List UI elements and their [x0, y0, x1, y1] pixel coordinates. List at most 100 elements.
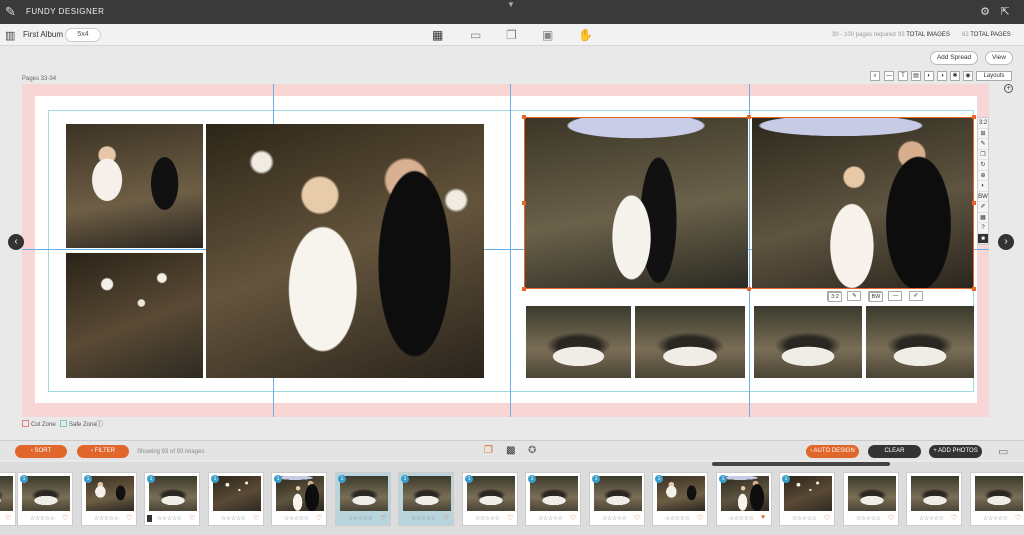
heart-icon[interactable]: ♡: [507, 514, 513, 522]
heart-icon[interactable]: ♡: [570, 514, 576, 522]
star-rating[interactable]: ☆☆☆☆☆: [475, 515, 500, 522]
heart-icon[interactable]: ♡: [5, 514, 11, 522]
thumbnail[interactable]: 1 ☆☆☆☆☆ ♡: [144, 472, 200, 526]
heart-icon[interactable]: ♡: [316, 514, 322, 522]
thumbnail[interactable]: 1 ☆☆☆☆☆ ♡: [398, 472, 454, 526]
filter-button[interactable]: ‹ FILTER: [77, 445, 129, 458]
heart-icon[interactable]: ♡: [443, 514, 449, 522]
add-page-icon[interactable]: +: [1004, 84, 1013, 93]
photo-slot[interactable]: [66, 124, 203, 248]
external-link-icon[interactable]: ⇱: [998, 5, 1012, 19]
thumbnail[interactable]: ☆☆☆☆☆ ♡: [906, 472, 962, 526]
thumbnail[interactable]: 1 ☆☆☆☆☆ ♡: [525, 472, 581, 526]
safe-zone-checkbox[interactable]: [60, 420, 67, 427]
chevron-down-icon[interactable]: ▼: [507, 0, 515, 9]
heart-icon[interactable]: ♡: [253, 514, 259, 522]
stack-icon[interactable]: ❐: [484, 445, 493, 456]
edit-icon[interactable]: ✐: [978, 202, 988, 213]
view-button[interactable]: View: [985, 51, 1013, 65]
resize-handle[interactable]: [972, 201, 976, 205]
previous-spread-arrow[interactable]: ‹: [8, 234, 24, 250]
divider-tool-icon[interactable]: —: [884, 71, 894, 81]
heart-icon[interactable]: ♥: [761, 514, 765, 521]
cut-zone-checkbox[interactable]: [22, 420, 29, 427]
star-rating[interactable]: ☆☆☆☆☆: [919, 515, 944, 522]
text-tool-icon[interactable]: T: [898, 71, 908, 81]
heart-icon[interactable]: ♡: [189, 514, 195, 522]
album-icon[interactable]: ▥: [5, 29, 15, 42]
edit-icon[interactable]: ✐: [908, 291, 923, 301]
star-rating[interactable]: ☆☆☆☆☆: [157, 515, 182, 522]
star-rating[interactable]: ☆☆☆☆☆: [729, 515, 754, 522]
heart-icon[interactable]: ♡: [62, 514, 68, 522]
expand-icon[interactable]: ▭: [998, 445, 1008, 458]
crop-icon[interactable]: ⊞: [978, 129, 988, 139]
thumbnail[interactable]: 1 ☆☆☆☆☆ ♡: [589, 472, 645, 526]
thumbnail[interactable]: 1 ☆☆☆☆☆ ♡: [271, 472, 327, 526]
star-rating[interactable]: ☆☆☆☆☆: [30, 515, 55, 522]
thumbnail[interactable]: 1 ☆☆☆☆☆ ♡: [652, 472, 708, 526]
star-rating[interactable]: ☆☆☆☆☆: [94, 515, 119, 522]
delete-icon[interactable]: ■: [978, 233, 988, 244]
ratio-button[interactable]: 3:2: [978, 118, 988, 129]
pen-icon[interactable]: ✎: [847, 291, 862, 301]
thumbnail[interactable]: 1 ☆☆☆☆☆ ♡: [208, 472, 264, 526]
resize-handle[interactable]: [522, 287, 526, 291]
star-rating[interactable]: ☆☆☆☆☆: [284, 515, 309, 522]
grid-icon[interactable]: ▦: [978, 213, 988, 223]
resize-handle[interactable]: [972, 287, 976, 291]
safe-zone-toggle[interactable]: Safe Zone: [60, 420, 97, 428]
pin-tool-icon[interactable]: ✱: [950, 71, 960, 81]
social-icon[interactable]: ✋: [578, 28, 593, 42]
eye-icon[interactable]: ◉: [963, 71, 973, 81]
heart-icon[interactable]: ♡: [697, 514, 703, 522]
heart-icon[interactable]: ♡: [1015, 514, 1021, 522]
add-photos-button[interactable]: + ADD PHOTOS: [929, 445, 982, 458]
star-rating[interactable]: ☆☆☆☆☆: [983, 515, 1008, 522]
checker-icon[interactable]: ▩: [506, 445, 515, 456]
settings-icon[interactable]: ⚙: [978, 5, 992, 19]
thumbnail[interactable]: 1 ☆☆☆☆☆ ♡: [335, 472, 391, 526]
thumbnail[interactable]: 1 ☆☆☆☆☆ ♡: [17, 472, 73, 526]
cut-zone-toggle[interactable]: Cut Zone: [22, 420, 56, 428]
wall-art-icon[interactable]: ▭: [470, 28, 481, 42]
help-icon[interactable]: ?: [978, 223, 988, 234]
thumbnail[interactable]: 1 ☆☆☆☆☆ ♡: [779, 472, 835, 526]
ratio-button[interactable]: 3:2: [827, 291, 842, 302]
heart-icon[interactable]: ♡: [824, 514, 830, 522]
heart-icon[interactable]: ♡: [380, 514, 386, 522]
pen-icon[interactable]: ✎: [978, 139, 988, 150]
add-spread-button[interactable]: Add Spread: [930, 51, 978, 65]
thumbnail[interactable]: ☆☆☆☆☆ ♡: [970, 472, 1024, 526]
resize-handle[interactable]: [747, 287, 751, 291]
strip-scrollbar[interactable]: [712, 462, 890, 466]
star-rating[interactable]: ☆☆☆☆☆: [602, 515, 627, 522]
center-icon[interactable]: ⊕: [978, 171, 988, 181]
thumbnail[interactable]: ☆☆☆☆☆♡: [843, 472, 899, 526]
next-spread-arrow[interactable]: ›: [998, 234, 1014, 250]
sort-button[interactable]: ‹ SORT: [15, 445, 67, 458]
star-rating[interactable]: ☆☆☆☆☆: [856, 515, 881, 522]
album-size-field[interactable]: 5x4: [65, 28, 101, 42]
photo-slot[interactable]: [526, 306, 631, 378]
thumbnail[interactable]: 1 ☆☆☆☆☆ ♡: [81, 472, 137, 526]
bw-button[interactable]: BW: [978, 192, 988, 202]
filter-star-icon[interactable]: ✪: [528, 445, 536, 456]
zoom-icon[interactable]: ⌕: [870, 71, 880, 81]
divider-tool-icon[interactable]: —: [888, 291, 903, 301]
star-rating[interactable]: ☆☆☆☆☆: [221, 515, 246, 522]
star-rating[interactable]: ☆☆☆☆☆: [411, 515, 436, 522]
heart-icon[interactable]: ♡: [951, 514, 957, 522]
heart-icon[interactable]: ♡: [126, 514, 132, 522]
thumbnail[interactable]: 1 ☆☆☆☆☆ ♥: [716, 472, 772, 526]
heart-icon[interactable]: ♡: [634, 514, 640, 522]
photo-slot[interactable]: [206, 124, 484, 378]
auto-design-button[interactable]: ‹ AUTO DESIGN: [806, 445, 859, 458]
resize-handle[interactable]: [747, 115, 751, 119]
color-tool-icon[interactable]: ◑: [937, 71, 947, 81]
star-rating[interactable]: ☆☆☆☆☆: [792, 515, 817, 522]
thumbnail[interactable]: ☆☆☆☆☆♡: [0, 472, 16, 526]
resize-handle[interactable]: [972, 115, 976, 119]
photo-slot[interactable]: [66, 253, 203, 378]
resize-handle[interactable]: [522, 115, 526, 119]
